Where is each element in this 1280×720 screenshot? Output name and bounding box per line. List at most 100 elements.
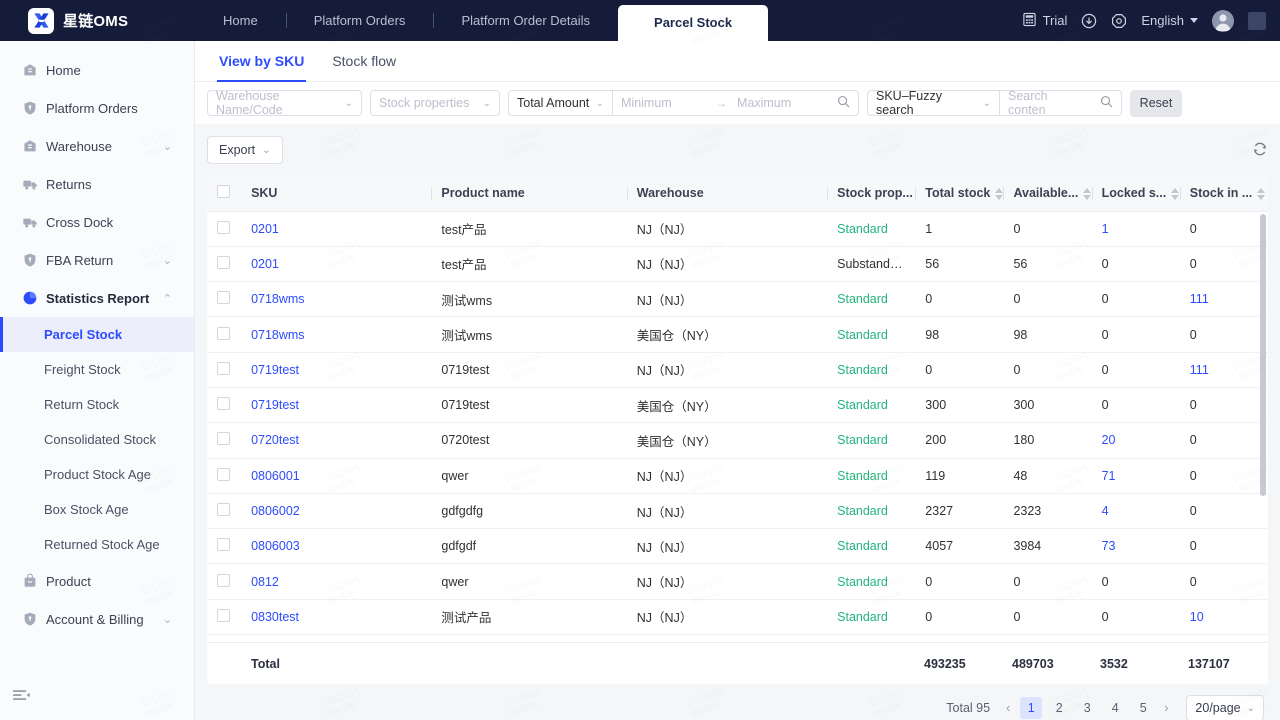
row-checkbox[interactable] — [217, 503, 230, 517]
row-checkbox[interactable] — [217, 608, 230, 622]
row-checkbox[interactable] — [217, 467, 230, 481]
user-avatar-icon[interactable] — [1212, 9, 1234, 32]
row-checkbox[interactable] — [217, 291, 230, 305]
sku-link[interactable]: 0720test — [251, 433, 299, 447]
sidebar-item-product-stock-age[interactable]: Product Stock Age — [0, 457, 194, 492]
row-checkbox[interactable] — [217, 255, 230, 269]
reset-button[interactable]: Reset — [1130, 89, 1182, 117]
sku-link[interactable]: 0806003 — [251, 539, 300, 553]
pagination-page-4[interactable]: 4 — [1104, 697, 1126, 719]
sort-toggle-available[interactable] — [1083, 187, 1092, 200]
row-checkbox[interactable] — [217, 432, 230, 446]
sku-link[interactable]: 0201 — [251, 257, 279, 271]
sku-link[interactable]: 0718wms — [251, 292, 305, 306]
sort-toggle-stock-in[interactable] — [1257, 187, 1266, 200]
stock-in-value[interactable]: 10 — [1190, 610, 1204, 624]
column-header-stock-in[interactable]: Stock in ... — [1179, 176, 1268, 212]
sku-link[interactable]: 0806002 — [251, 504, 300, 518]
sidebar-item-box-stock-age[interactable]: Box Stock Age — [0, 492, 194, 527]
warehouse-select[interactable]: Warehouse Name/Code ⌄ — [207, 89, 362, 117]
topnav-item-parcel-stock[interactable]: Parcel Stock — [618, 5, 769, 41]
table-row[interactable]: 0718wms 测试wms 美国仓（NY） Standard 98 98 0 0 — [207, 316, 1268, 353]
sidebar-item-return-stock[interactable]: Return Stock — [0, 387, 194, 422]
export-button[interactable]: Export ⌄ — [207, 136, 283, 164]
maximum-input[interactable]: Maximum — [729, 91, 829, 115]
column-header-locked[interactable]: Locked s... — [1091, 176, 1180, 212]
sidebar-item-fba-return[interactable]: FBA Return ⌄ — [0, 241, 194, 279]
pagination-page-5[interactable]: 5 — [1132, 697, 1154, 719]
sku-link[interactable]: 0812 — [251, 575, 279, 589]
sidebar-item-returned-stock-age[interactable]: Returned Stock Age — [0, 527, 194, 562]
table-row[interactable]: 0201 test产品 NJ（NJ） Standard 1 0 1 0 — [207, 211, 1268, 247]
row-checkbox[interactable] — [217, 397, 230, 411]
search-type-select[interactable]: SKU–Fuzzy search ⌄ — [868, 89, 1000, 117]
select-all-checkbox[interactable] — [217, 185, 230, 199]
topnav-item-platform-orders[interactable]: Platform Orders — [285, 0, 434, 41]
refresh-icon[interactable] — [1252, 141, 1268, 160]
pagination-page-3[interactable]: 3 — [1076, 697, 1098, 719]
row-checkbox[interactable] — [217, 220, 230, 234]
search-input[interactable]: Search conten — [1000, 89, 1092, 117]
sidebar-item-warehouse[interactable]: Warehouse ⌄ — [0, 127, 194, 165]
pagination-page-1[interactable]: 1 — [1020, 697, 1043, 719]
pagination-page-2[interactable]: 2 — [1048, 697, 1070, 719]
stock-in-value[interactable]: 111 — [1190, 363, 1209, 377]
gear-octagon-icon[interactable] — [1111, 13, 1127, 29]
sidebar-item-statistics-report[interactable]: Statistics Report ⌃ — [0, 279, 194, 317]
trial-button[interactable]: Trial — [1022, 12, 1067, 30]
sidebar-item-parcel-stock[interactable]: Parcel Stock — [0, 317, 194, 352]
column-header-available[interactable]: Available... — [1003, 176, 1092, 212]
search-icon[interactable] — [829, 95, 858, 111]
page-size-select[interactable]: 20/page ⌄ — [1186, 695, 1264, 720]
search-icon[interactable] — [1092, 95, 1121, 111]
table-row[interactable]: 0719test 0719test NJ（NJ） Standard 0 0 0 111 — [207, 352, 1268, 388]
sidebar-item-returns[interactable]: Returns — [0, 165, 194, 203]
language-selector[interactable]: English — [1141, 13, 1198, 28]
sku-link[interactable]: 0830test — [251, 610, 299, 624]
table-row[interactable]: 0719test 0719test 美国仓（NY） Standard 300 300 0 0 — [207, 387, 1268, 424]
table-scrollbar-thumb[interactable] — [1260, 214, 1266, 496]
table-row[interactable]: 0201 test产品 NJ（NJ） Substandard 56 56 0 0 — [207, 246, 1268, 283]
row-checkbox[interactable] — [217, 573, 230, 587]
column-header-warehouse[interactable]: Warehouse — [626, 176, 828, 212]
sidebar-item-freight-stock[interactable]: Freight Stock — [0, 352, 194, 387]
app-switcher-button[interactable] — [1248, 11, 1266, 30]
sidebar-item-cross-dock[interactable]: Cross Dock — [0, 203, 194, 241]
sidebar-item-account-billing[interactable]: Account & Billing ⌄ — [0, 600, 194, 638]
chevron-right-icon[interactable]: › — [1160, 701, 1172, 715]
minimum-input[interactable]: Minimum — [613, 91, 713, 115]
sort-toggle-locked[interactable] — [1171, 187, 1180, 200]
column-header-total-stock[interactable]: Total stock — [915, 176, 1004, 212]
sidebar-item-product[interactable]: Product — [0, 562, 194, 600]
sidebar-item-platform-orders[interactable]: Platform Orders — [0, 89, 194, 127]
sidebar-item-home[interactable]: Home — [0, 51, 194, 89]
sort-toggle-total-stock[interactable] — [995, 187, 1004, 200]
sku-link[interactable]: 0719test — [251, 398, 299, 412]
tab-view-by-sku[interactable]: View by SKU — [205, 41, 318, 82]
row-checkbox[interactable] — [217, 361, 230, 375]
table-row[interactable]: 0830test 测试产品 NJ（NJ） Standard 0 0 0 10 — [207, 599, 1268, 636]
topnav-item-home[interactable]: Home — [195, 0, 286, 41]
topnav-item-platform-order-details[interactable]: Platform Order Details — [433, 0, 618, 41]
column-header-sku[interactable]: SKU — [241, 176, 432, 212]
table-row[interactable]: 0806002 gdfgdfg NJ（NJ） Standard 2327 2323 4 0 — [207, 493, 1268, 530]
sidebar-item-consolidated-stock[interactable]: Consolidated Stock — [0, 422, 194, 457]
sku-link[interactable]: 0201 — [251, 222, 279, 236]
locked-value[interactable]: 73 — [1102, 539, 1116, 553]
sku-link[interactable]: 0719test — [251, 363, 299, 377]
locked-value[interactable]: 20 — [1102, 433, 1116, 447]
stock-in-value[interactable]: 111 — [1190, 292, 1209, 306]
table-row[interactable]: 0718wms 测试wms NJ（NJ） Standard 0 0 0 111 — [207, 281, 1268, 318]
table-row[interactable]: 0812 qwer NJ（NJ） Standard 0 0 0 0 — [207, 563, 1268, 600]
table-row[interactable]: 0720test 0720test 美国仓（NY） Standard 200 180 20 0 — [207, 422, 1268, 459]
table-row[interactable]: 0806003 gdfgdf NJ（NJ） Standard 4057 3984 73 0 — [207, 528, 1268, 565]
download-circle-icon[interactable] — [1081, 13, 1097, 29]
stock-properties-select[interactable]: Stock properties ⌄ — [370, 90, 500, 116]
column-header-product-name[interactable]: Product name — [431, 176, 627, 212]
table-row[interactable]: 0806001 qwer NJ（NJ） Standard 119 48 71 0 — [207, 458, 1268, 494]
collapse-menu-icon[interactable] — [12, 687, 31, 706]
row-checkbox[interactable] — [217, 326, 230, 340]
column-header-stock-prop[interactable]: Stock prop... — [827, 176, 916, 212]
locked-value[interactable]: 1 — [1102, 222, 1109, 236]
locked-value[interactable]: 4 — [1102, 504, 1109, 518]
